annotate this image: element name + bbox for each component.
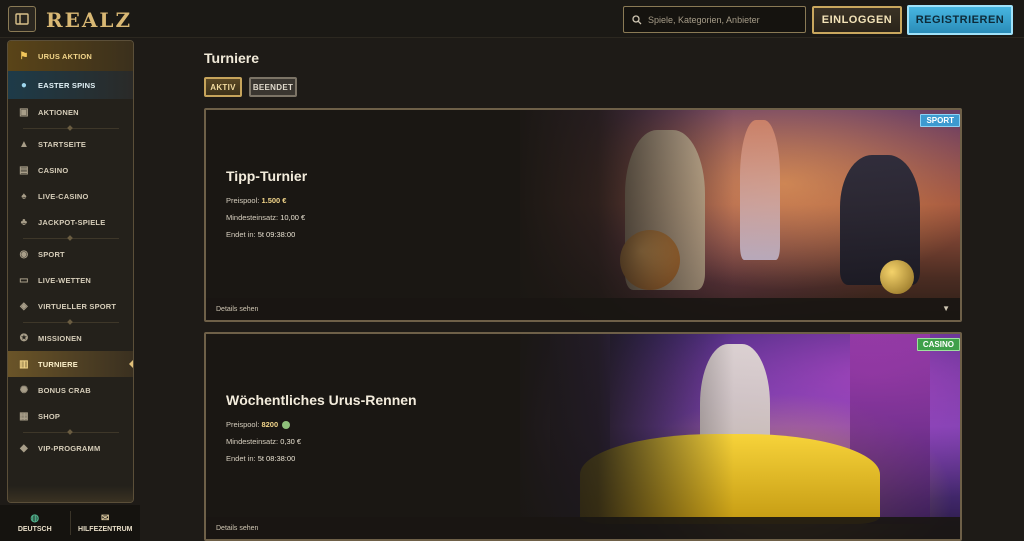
egg-icon: ● xyxy=(20,79,28,91)
details-link[interactable]: Details sehen xyxy=(206,517,960,539)
coin-icon xyxy=(282,421,291,430)
min-bet-label: Mindesteinsatz: xyxy=(226,437,279,447)
sidebar-item-sport[interactable]: ◉ SPORT xyxy=(8,241,133,267)
diamond-icon: ◆ xyxy=(20,442,28,454)
crab-icon: ✺ xyxy=(19,384,29,396)
sidebar-item-jackpot-spiele[interactable]: ♣ JACKPOT-SPIELE xyxy=(8,209,133,235)
sidebar-item-bonus-crab[interactable]: ✺ BONUS CRAB xyxy=(8,377,133,403)
tournament-info: Tipp-Turnier Preispool: 1.500 € Mindeste… xyxy=(226,168,307,247)
live-icon: ▭ xyxy=(19,274,29,286)
sidebar-item-label: VIP-PROGRAMM xyxy=(38,443,101,453)
tab-beendet[interactable]: BEENDET xyxy=(249,77,297,97)
slot-icon: ▤ xyxy=(19,164,29,176)
clover-icon: ♣ xyxy=(20,216,28,228)
sidebar-item-urus-aktion[interactable]: ⚑ URUS AKTION xyxy=(8,41,133,71)
page-title: Turniere xyxy=(204,50,259,66)
prize-pool-row: Preispool: 1.500 € xyxy=(226,196,307,205)
help-center-label: HILFEZENTRUM xyxy=(78,526,133,533)
sidebar-item-vip-programm[interactable]: ◆ VIP-PROGRAMM xyxy=(8,435,133,461)
tournament-card[interactable]: CASINO Wöchentliches Urus-Rennen Preispo… xyxy=(204,332,962,541)
search-box[interactable] xyxy=(623,6,806,33)
category-badge: SPORT xyxy=(920,114,960,127)
sidebar-item-label: JACKPOT-SPIELE xyxy=(38,217,106,227)
ends-in-value: 5t 08:38:00 xyxy=(257,454,296,464)
tournament-title: Wöchentliches Urus-Rennen xyxy=(226,392,417,408)
car-icon: ⚑ xyxy=(19,50,29,62)
globe-icon: ◍ xyxy=(30,513,40,524)
register-button[interactable]: REGISTRIEREN xyxy=(907,5,1013,35)
sidebar-item-label: SHOP xyxy=(38,411,61,421)
min-bet-value: 0,30 € xyxy=(280,437,302,447)
ends-in-row: Endet in: 5t 09:38:00 xyxy=(226,230,307,239)
language-label: DEUTSCH xyxy=(17,526,52,533)
top-bar: REALZ EINLOGGEN REGISTRIEREN xyxy=(0,0,1024,38)
sidebar-item-label: SPORT xyxy=(38,249,65,259)
shop-icon: ▦ xyxy=(19,410,29,422)
mission-icon: ✪ xyxy=(19,332,29,344)
sidebar-item-missionen[interactable]: ✪ MISSIONEN xyxy=(8,325,133,351)
sidebar-item-label: BONUS CRAB xyxy=(38,385,91,395)
sidebar-item-label: AKTIONEN xyxy=(38,107,79,117)
tournament-card[interactable]: SPORT Tipp-Turnier Preispool: 1.500 € Mi… xyxy=(204,108,962,322)
tournament-title: Tipp-Turnier xyxy=(226,168,308,184)
ends-in-value: 5t 09:38:00 xyxy=(257,230,296,239)
sidebar-item-label: STARTSEITE xyxy=(38,139,87,149)
gift-icon: ▣ xyxy=(19,106,29,118)
sidebar-item-label: VIRTUELLER SPORT xyxy=(38,301,117,311)
pyramid-icon: ▲ xyxy=(18,138,30,150)
login-button[interactable]: EINLOGGEN xyxy=(812,6,902,34)
sidebar-item-casino[interactable]: ▤ CASINO xyxy=(8,157,133,183)
min-bet-row: Mindesteinsatz: 10,00 € xyxy=(226,213,307,222)
prize-pool-value: 1.500 € xyxy=(261,196,287,205)
help-center-button[interactable]: ✉ HILFEZENTRUM xyxy=(71,505,141,541)
chat-icon: ✉ xyxy=(101,513,110,524)
sidebar-item-aktionen[interactable]: ▣ AKTIONEN xyxy=(8,99,133,125)
virtual-icon: ◈ xyxy=(20,300,28,312)
sidebar-toggle-icon xyxy=(15,13,29,25)
tournament-info: Wöchentliches Urus-Rennen Preispool: 820… xyxy=(226,392,417,471)
sidebar-item-startseite[interactable]: ▲ STARTSEITE xyxy=(8,131,133,157)
sidebar-item-live-casino[interactable]: ♠ LIVE-CASINO xyxy=(8,183,133,209)
min-bet-value: 10,00 € xyxy=(280,213,306,222)
search-icon xyxy=(632,14,642,24)
ends-in-label: Endet in: xyxy=(226,230,256,239)
sidebar-item-label: LIVE-CASINO xyxy=(38,191,89,201)
details-link[interactable]: Details sehen xyxy=(206,298,960,320)
sidebar-item-label: TURNIERE xyxy=(38,359,78,369)
cards-icon: ♠ xyxy=(21,190,27,202)
category-badge: CASINO xyxy=(916,338,960,351)
sidebar-item-label: EASTER SPINS xyxy=(38,80,96,90)
sidebar-decoration xyxy=(8,486,133,502)
prize-pool-row: Preispool: 8200 xyxy=(226,420,417,430)
sidebar-item-live-wetten[interactable]: ▭ LIVE-WETTEN xyxy=(8,267,133,293)
sidebar-item-label: LIVE-WETTEN xyxy=(38,275,92,285)
sidebar-item-label: MISSIONEN xyxy=(38,333,82,343)
ends-in-row: Endet in: 5t 08:38:00 xyxy=(226,454,417,463)
sidebar-item-label: CASINO xyxy=(38,165,69,175)
prize-pool-value: 8200 xyxy=(261,420,279,429)
min-bet-row: Mindesteinsatz: 0,30 € xyxy=(226,437,417,446)
site-logo[interactable]: REALZ xyxy=(46,8,132,32)
sidebar-footer: ◍ DEUTSCH ✉ HILFEZENTRUM xyxy=(0,505,140,541)
search-input[interactable] xyxy=(648,14,798,25)
min-bet-label: Mindesteinsatz: xyxy=(226,213,279,222)
sidebar-item-easter-spins[interactable]: ● EASTER SPINS xyxy=(8,71,133,99)
sidebar: ⚑ URUS AKTION ● EASTER SPINS ▣ AKTIONEN … xyxy=(7,40,134,503)
sidebar-item-virtueller-sport[interactable]: ◈ VIRTUELLER SPORT xyxy=(8,293,133,319)
tab-aktiv[interactable]: AKTIV xyxy=(204,77,242,97)
ball-icon: ◉ xyxy=(19,248,29,260)
prize-pool-label: Preispool: xyxy=(226,196,260,205)
sidebar-item-shop[interactable]: ▦ SHOP xyxy=(8,403,133,429)
chevron-down-icon[interactable]: ▼ xyxy=(942,304,950,313)
ends-in-label: Endet in: xyxy=(226,454,256,464)
prize-pool-label: Preispool: xyxy=(226,420,260,429)
sidebar-item-turniere[interactable]: ▥ TURNIERE xyxy=(8,351,133,377)
banner-overlay xyxy=(206,110,960,320)
trophy-icon: ▥ xyxy=(19,358,29,370)
sidebar-toggle-button[interactable] xyxy=(8,6,36,32)
language-button[interactable]: ◍ DEUTSCH xyxy=(0,505,70,541)
sidebar-item-label: URUS AKTION xyxy=(38,51,93,61)
